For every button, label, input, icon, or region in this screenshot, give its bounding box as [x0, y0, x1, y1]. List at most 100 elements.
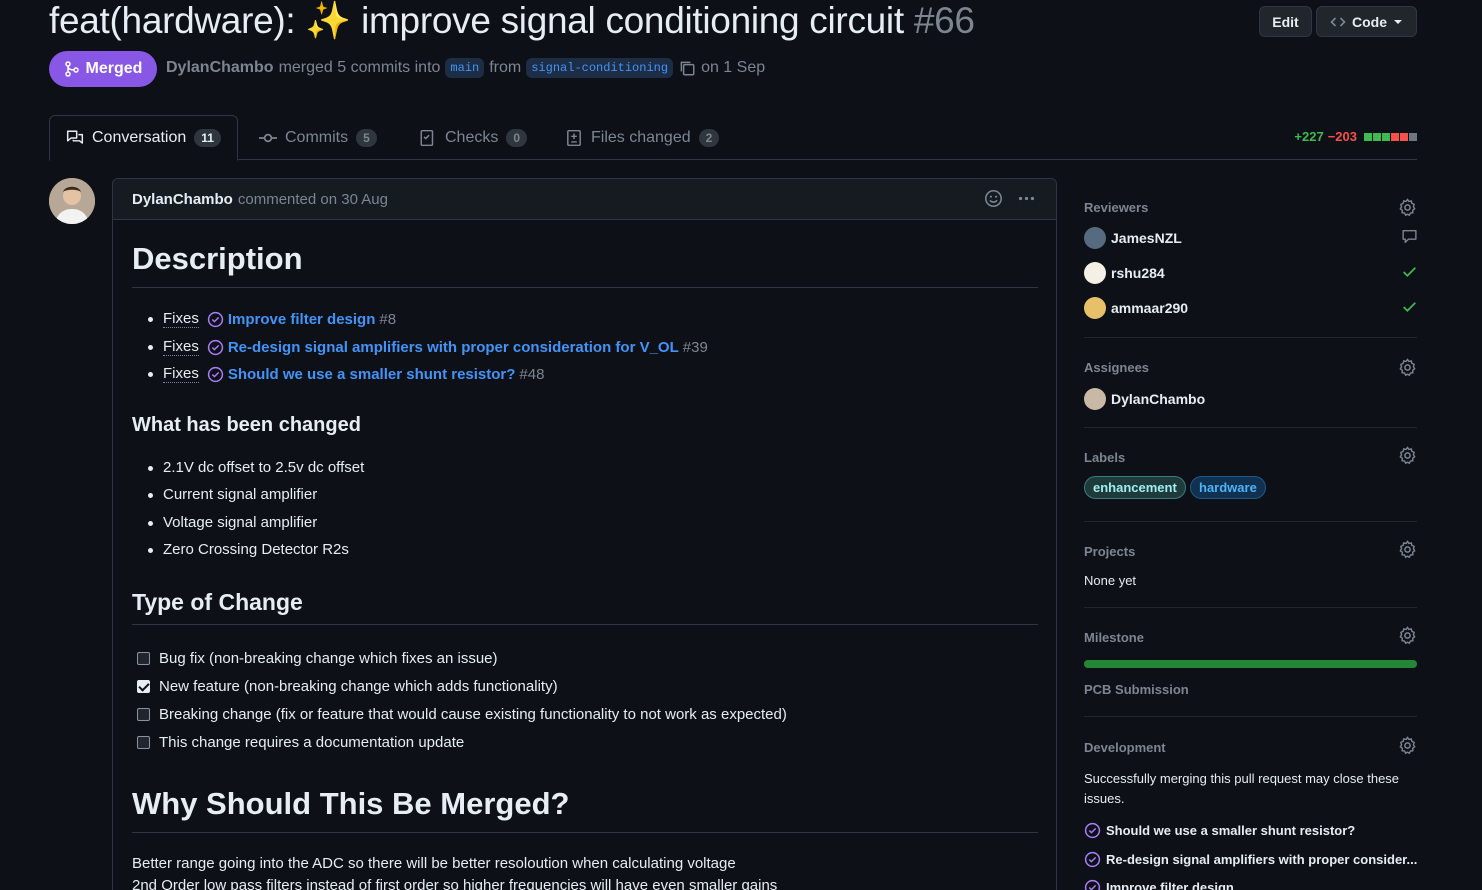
linked-issue-title: Should we use a smaller shunt resistor?: [1106, 823, 1356, 838]
tab-commits[interactable]: Commits 5: [259, 115, 377, 160]
from-text: from: [489, 59, 522, 76]
tab-files-changed[interactable]: Files changed 2: [565, 115, 720, 160]
label-hardware[interactable]: hardware: [1190, 476, 1266, 499]
heading-divider: [132, 832, 1038, 833]
list-bullet: [148, 317, 153, 322]
sidebar-divider: [1084, 607, 1417, 608]
author-avatar[interactable]: [49, 178, 95, 224]
merge-date: on 1 Sep: [701, 59, 766, 76]
list-bullet: [148, 548, 153, 553]
label-enhancement[interactable]: enhancement: [1084, 476, 1186, 499]
fix-issue-number[interactable]: #8: [379, 311, 396, 328]
why-heading: Why Should This Be Merged?: [132, 786, 570, 821]
linked-issue[interactable]: Improve filter design: [1084, 879, 1234, 890]
pr-title-text: feat(hardware): ✨ improve signal conditi…: [49, 0, 904, 41]
pr-number: #66: [913, 0, 975, 41]
reviewer-name: rshu284: [1111, 265, 1165, 281]
sidebar-divider: [1084, 716, 1417, 717]
checkbox-label: New feature (non-breaking change which a…: [159, 678, 558, 695]
milestone-gear-icon[interactable]: [1398, 626, 1417, 645]
sidebar-divider: [1084, 337, 1417, 338]
reviewer-name: ammaar290: [1111, 300, 1189, 316]
heading-divider: [132, 624, 1038, 625]
fix-item: Fixes Re-design signal amplifiers with p…: [163, 338, 708, 356]
reviewer-item[interactable]: JamesNZL: [1084, 227, 1182, 249]
code-button[interactable]: Code: [1316, 6, 1417, 37]
diffstat-additions: +227: [1294, 129, 1324, 144]
fix-issue-link[interactable]: Improve filter design: [228, 311, 376, 328]
tab-checks[interactable]: Checks 0: [419, 115, 528, 160]
edit-button[interactable]: Edit: [1259, 6, 1312, 37]
fix-issue-link[interactable]: Re-design signal amplifiers with proper …: [228, 339, 679, 356]
change-item: Current signal amplifier: [163, 486, 318, 503]
change-item: Voltage signal amplifier: [163, 514, 318, 531]
checkbox-docs-update[interactable]: [137, 736, 150, 749]
list-bullet: [148, 521, 153, 526]
assignee-item[interactable]: DylanChambo: [1084, 388, 1205, 410]
comment-author[interactable]: DylanChambo: [132, 191, 233, 208]
development-gear-icon[interactable]: [1398, 736, 1417, 755]
fix-item: Fixes Improve filter design #8: [163, 310, 396, 328]
diffstat-deletions: −203: [1327, 129, 1357, 144]
change-item: 2.1V dc offset to 2.5v dc offset: [163, 459, 365, 476]
fix-item: Fixes Should we use a smaller shunt resi…: [163, 365, 544, 383]
list-bullet: [148, 466, 153, 471]
fix-issue-link[interactable]: Should we use a smaller shunt resistor?: [228, 366, 516, 383]
tab-conversation[interactable]: Conversation 11: [49, 115, 238, 161]
labels-heading[interactable]: Labels: [1084, 450, 1125, 465]
tab-files-changed-count: 2: [698, 128, 720, 147]
tab-commits-label: Commits: [285, 128, 349, 146]
base-branch[interactable]: main: [445, 58, 485, 78]
reviewers-gear-icon[interactable]: [1398, 198, 1417, 217]
labels-gear-icon[interactable]: [1398, 446, 1417, 465]
checkbox-label: This change requires a documentation upd…: [159, 734, 465, 751]
projects-gear-icon[interactable]: [1398, 540, 1417, 559]
change-item: Zero Crossing Detector R2s: [163, 541, 349, 558]
fix-issue-number[interactable]: #39: [683, 339, 708, 356]
file-diff-icon: [567, 129, 581, 146]
linked-issue[interactable]: Should we use a smaller shunt resistor?: [1084, 822, 1355, 839]
checkbox-label: Bug fix (non-breaking change which fixes…: [159, 650, 498, 667]
development-heading[interactable]: Development: [1084, 740, 1166, 755]
fix-issue-number[interactable]: #48: [519, 366, 544, 383]
check-icon: [1403, 267, 1416, 277]
avatar-image: [49, 178, 95, 224]
tab-conversation-label: Conversation: [92, 129, 187, 146]
head-branch[interactable]: signal-conditioning: [526, 58, 674, 78]
kebab-horizontal-icon[interactable]: [1017, 189, 1036, 208]
comment-meta[interactable]: commented on 30 Aug: [238, 191, 388, 208]
linked-issue[interactable]: Re-design signal amplifiers with proper …: [1084, 851, 1417, 868]
milestone-name[interactable]: PCB Submission: [1084, 682, 1189, 697]
code-icon: [1330, 16, 1346, 27]
milestone-progress-track: [1084, 660, 1417, 668]
reviewer-item[interactable]: rshu284: [1084, 262, 1165, 284]
copy-icon[interactable]: [678, 59, 696, 77]
merged-label: Merged: [85, 60, 143, 77]
linked-issue-title: Re-design signal amplifiers with proper …: [1106, 852, 1418, 867]
assignees-gear-icon[interactable]: [1398, 358, 1417, 377]
milestone-heading[interactable]: Milestone: [1084, 630, 1144, 645]
why-line: Better range going into the ADC so there…: [132, 855, 736, 872]
heading-divider: [132, 287, 1038, 288]
comment-icon: [1402, 229, 1417, 244]
checkbox-bug-fix[interactable]: [137, 652, 150, 665]
checkbox-breaking-change[interactable]: [137, 708, 150, 721]
projects-heading[interactable]: Projects: [1084, 544, 1135, 559]
reviewers-heading[interactable]: Reviewers: [1084, 200, 1148, 215]
checkbox-label: Breaking change (fix or feature that wou…: [159, 706, 787, 723]
checkbox-new-feature[interactable]: [137, 680, 150, 693]
list-bullet: [148, 372, 153, 377]
author-link[interactable]: DylanChambo: [166, 59, 274, 77]
tab-commits-count: 5: [356, 128, 377, 147]
fix-prefix: Fixes: [163, 365, 199, 383]
list-bullet: [148, 493, 153, 498]
sidebar-divider: [1084, 427, 1417, 428]
smiley-icon[interactable]: [984, 189, 1003, 208]
reviewer-item[interactable]: ammaar290: [1084, 297, 1188, 319]
pr-meta: DylanChambo merged 5 commits into main f…: [166, 58, 765, 78]
projects-value: None yet: [1084, 573, 1137, 588]
git-merge-icon: [64, 61, 79, 77]
comment-discussion-icon: [66, 130, 84, 144]
assignees-heading[interactable]: Assignees: [1084, 360, 1149, 375]
merged-text: merged 5 commits into: [278, 59, 441, 76]
